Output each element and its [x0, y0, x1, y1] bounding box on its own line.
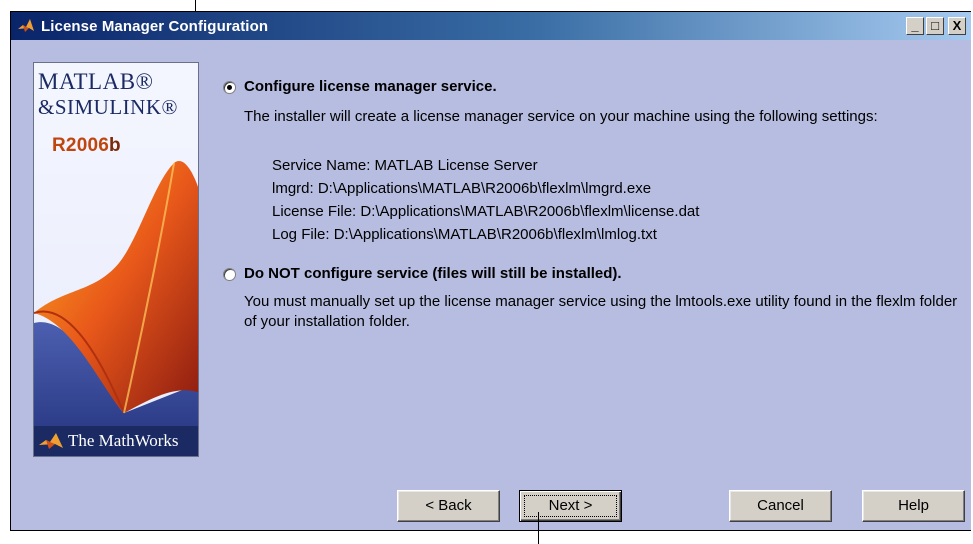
radio-selected-dot	[227, 85, 232, 90]
release-suffix: b	[109, 135, 121, 156]
setting-log-file: Log File: D:\Applications\MATLAB\R2006b\…	[272, 226, 657, 243]
company-footer: The MathWorks	[34, 426, 198, 456]
mathworks-logo-icon	[39, 433, 63, 449]
matlab-logo-icon	[18, 19, 34, 32]
company-name: The MathWorks	[68, 431, 179, 450]
back-button[interactable]: < Back	[397, 490, 500, 522]
window-title: License Manager Configuration	[41, 18, 269, 35]
release-prefix: R2006	[52, 135, 109, 156]
minimize-icon: _	[911, 18, 919, 33]
maximize-button[interactable]: □	[926, 17, 944, 35]
title-bar[interactable]: License Manager Configuration _ □ X	[11, 12, 971, 40]
close-icon: X	[952, 18, 962, 33]
close-button[interactable]: X	[948, 17, 966, 35]
no-configure-service-label[interactable]: Do NOT configure service (files will sti…	[244, 265, 622, 282]
setting-service-name: Service Name: MATLAB License Server	[272, 157, 538, 174]
maximize-icon: □	[931, 18, 939, 33]
license-manager-window: License Manager Configuration _ □ X MATL…	[10, 11, 971, 531]
branding-panel: MATLAB® &SIMULINK® R2006b The MathWorks	[33, 62, 199, 457]
no-configure-service-description: You must manually set up the license man…	[244, 293, 958, 330]
cancel-button[interactable]: Cancel	[729, 490, 832, 522]
configure-service-label[interactable]: Configure license manager service.	[244, 78, 497, 95]
no-configure-service-radio[interactable]	[223, 268, 236, 281]
brand-matlab: MATLAB®	[38, 69, 154, 94]
callout-line-bottom	[538, 512, 539, 544]
help-button[interactable]: Help	[862, 490, 965, 522]
setting-lmgrd: lmgrd: D:\Applications\MATLAB\R2006b\fle…	[272, 180, 652, 197]
minimize-button[interactable]: _	[906, 17, 924, 35]
next-button[interactable]: Next >	[519, 490, 622, 522]
dialog-content: MATLAB® &SIMULINK® R2006b The MathWorks …	[11, 40, 971, 530]
release-label: R2006b	[52, 135, 121, 157]
brand-simulink: &SIMULINK®	[38, 95, 178, 119]
setting-license-file: License File: D:\Applications\MATLAB\R20…	[272, 203, 700, 220]
membrane-logo-image	[34, 161, 198, 428]
configure-service-radio[interactable]	[223, 81, 236, 94]
configure-service-description: The installer will create a license mana…	[244, 108, 878, 125]
